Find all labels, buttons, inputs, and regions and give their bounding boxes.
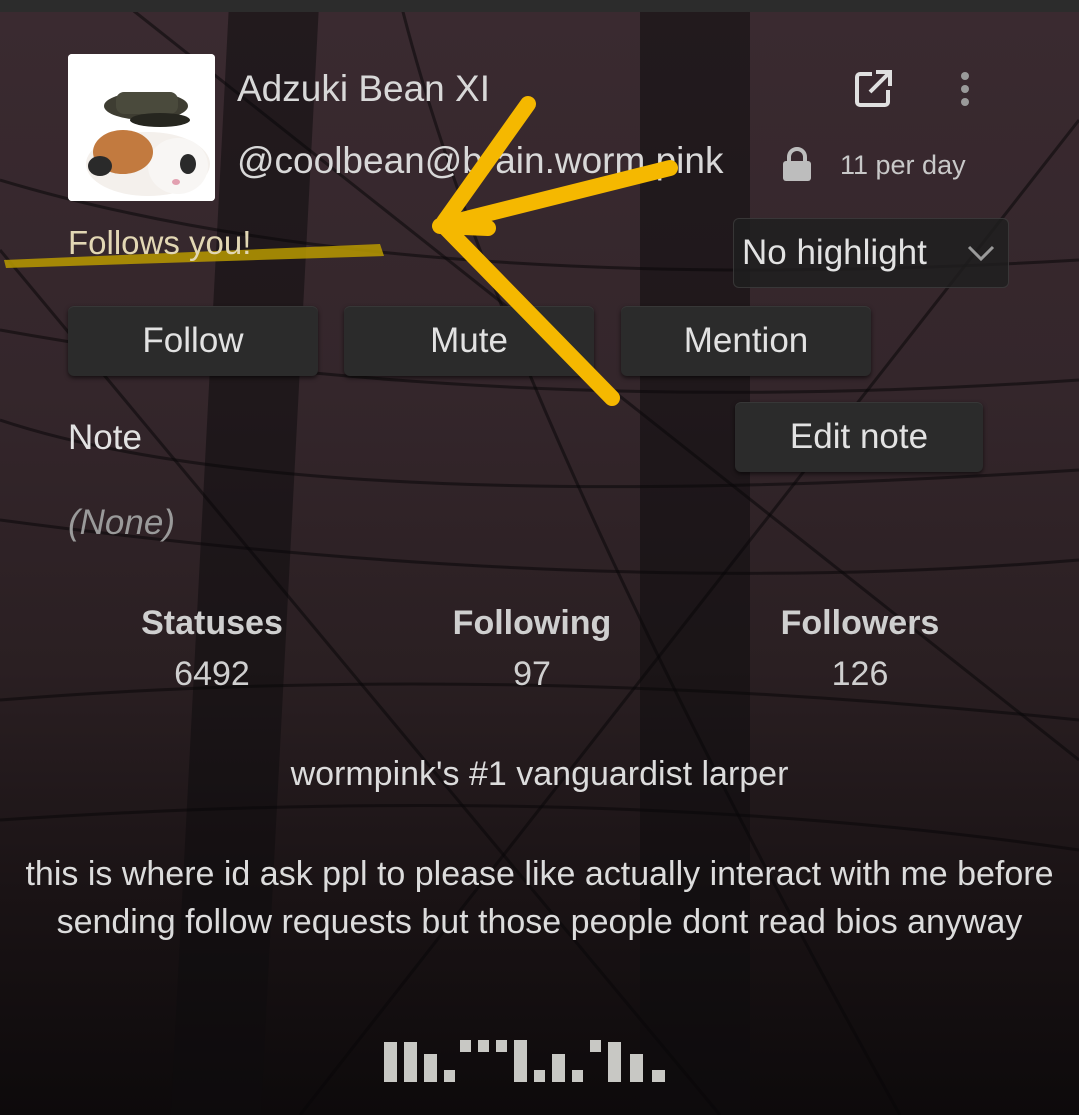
stat-value: 126 [831,655,889,693]
highlight-select[interactable]: No highlight [733,218,1009,288]
top-bar [0,0,1079,12]
highlight-select-value: No highlight [742,233,927,272]
stat-label: Following [452,604,612,642]
stat-followers[interactable]: Followers 126 [730,604,990,694]
kebab-menu-icon[interactable] [950,70,980,110]
follows-you-label: Follows you! [68,224,252,261]
avatar[interactable] [68,54,215,201]
stat-value: 97 [513,655,551,693]
lock-icon [783,147,811,181]
chevron-down-icon [967,245,995,262]
external-link-icon[interactable] [852,68,894,110]
edit-note-button[interactable]: Edit note [735,402,983,472]
stat-label: Followers [780,604,940,642]
follow-button[interactable]: Follow [68,306,318,376]
account-handle[interactable]: @coolbean@brain.worm.pink [237,140,723,182]
note-value: (None) [68,503,175,542]
mute-button[interactable]: Mute [344,306,594,376]
stat-statuses[interactable]: Statuses 6492 [82,604,342,694]
bio-body: this is where id ask ppl to please like … [25,855,1054,941]
stat-label: Statuses [141,604,283,642]
stat-value: 6492 [174,655,250,693]
note-label: Note [68,418,142,457]
stat-following[interactable]: Following 97 [402,604,662,694]
display-name: Adzuki Bean XI [237,68,490,109]
bio-title: wormpink's #1 vanguardist larper [290,755,789,793]
posts-per-day: 11 per day [840,150,966,180]
mention-button[interactable]: Mention [621,306,871,376]
site-logo-icon [384,1040,665,1082]
cat-plush-avatar-image [68,54,215,201]
